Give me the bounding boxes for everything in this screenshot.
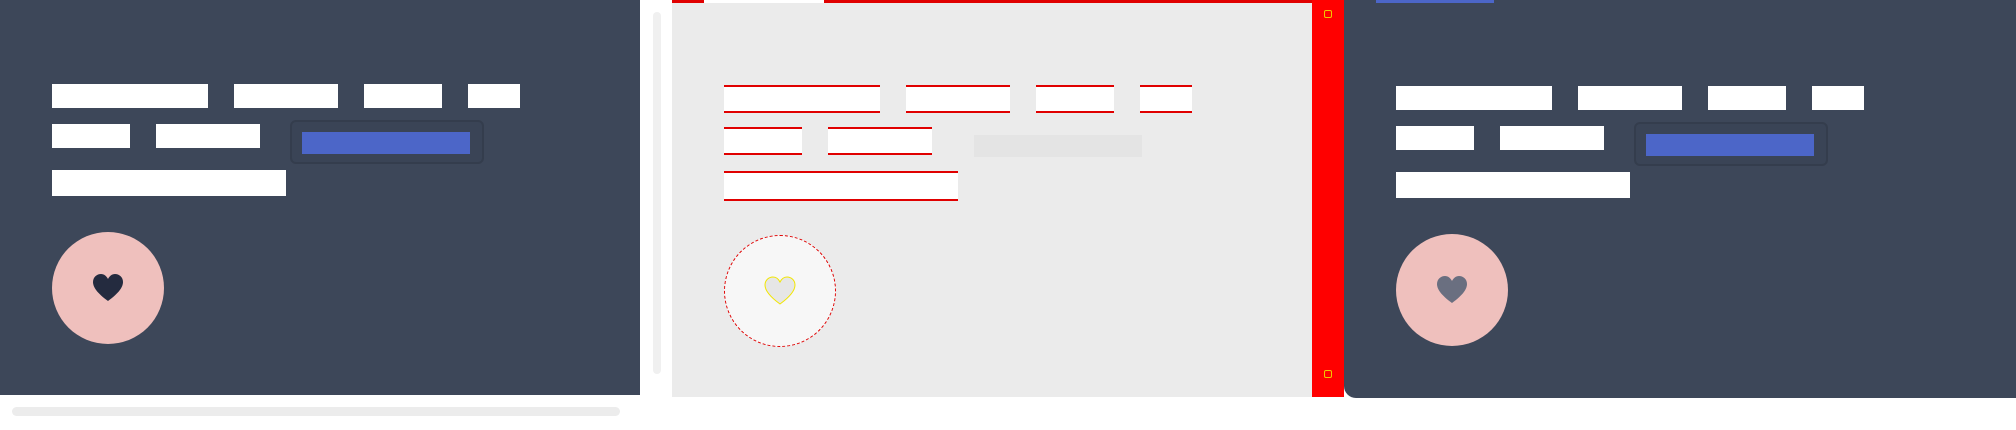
text-placeholder xyxy=(906,85,1010,113)
tag-fill xyxy=(1646,134,1814,156)
heart-icon xyxy=(764,276,796,305)
left-panel xyxy=(0,0,640,395)
middle-panel xyxy=(672,0,1312,397)
like-button[interactable] xyxy=(52,232,164,344)
heart-icon xyxy=(1437,276,1467,303)
text-placeholder xyxy=(1708,86,1786,110)
text-placeholder xyxy=(1396,86,1552,110)
text-placeholder xyxy=(1396,126,1474,150)
highlighted-tag[interactable] xyxy=(1634,122,1828,166)
text-placeholder xyxy=(1396,172,1630,198)
highlighted-tag[interactable] xyxy=(290,120,484,164)
text-placeholder xyxy=(364,84,442,108)
heart-icon xyxy=(93,274,123,301)
text-placeholder xyxy=(1140,85,1192,113)
resize-handle[interactable] xyxy=(1312,0,1344,397)
top-tab-indicator xyxy=(704,0,824,3)
text-placeholder xyxy=(724,85,880,113)
text-placeholder xyxy=(1812,86,1864,110)
like-button[interactable] xyxy=(724,235,836,347)
vertical-scrollbar[interactable] xyxy=(653,12,661,374)
text-placeholder xyxy=(828,127,932,155)
highlighted-tag[interactable] xyxy=(974,135,1142,157)
text-placeholder xyxy=(1500,126,1604,150)
text-placeholder xyxy=(1578,86,1682,110)
active-tab-indicator xyxy=(1376,0,1494,3)
text-placeholder xyxy=(724,127,802,155)
right-panel xyxy=(1344,0,2016,398)
text-placeholder xyxy=(1036,85,1114,113)
tag-fill xyxy=(302,132,470,154)
resize-handle-marker xyxy=(1324,370,1332,378)
text-placeholder xyxy=(52,124,130,148)
text-placeholder xyxy=(724,171,958,201)
like-button[interactable] xyxy=(1396,234,1508,346)
text-placeholder xyxy=(234,84,338,108)
resize-handle-marker xyxy=(1324,10,1332,18)
horizontal-scrollbar[interactable] xyxy=(12,407,620,416)
text-placeholder xyxy=(156,124,260,148)
text-placeholder xyxy=(52,170,286,196)
text-placeholder xyxy=(468,84,520,108)
text-placeholder xyxy=(52,84,208,108)
